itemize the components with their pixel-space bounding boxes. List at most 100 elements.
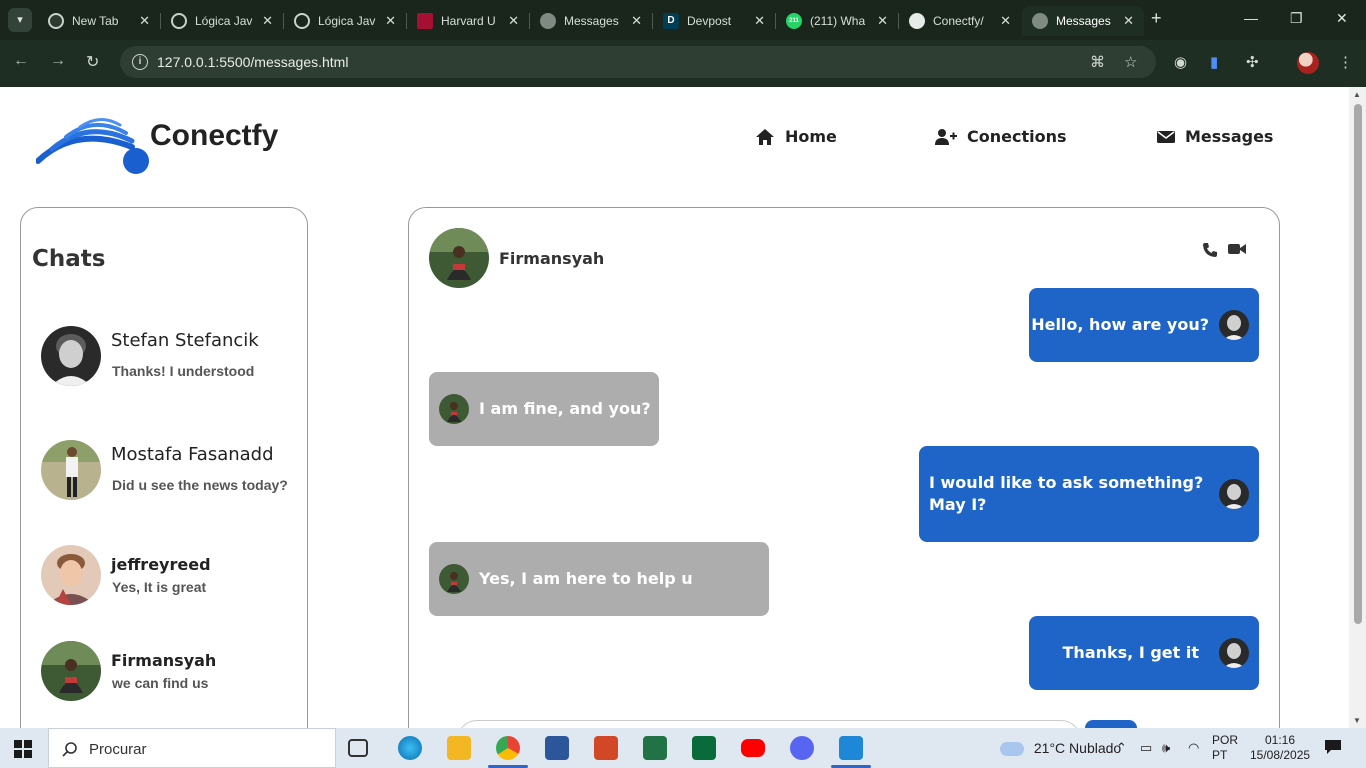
task-view-icon[interactable] — [348, 739, 368, 757]
windows-taskbar: Procurar 21°C Nublado ⌃ ▭ 🕪 ◠ POR PT 01:… — [0, 728, 1366, 768]
extensions-puzzle-icon[interactable]: ✣ — [1246, 53, 1259, 71]
address-bar[interactable]: i 127.0.0.1:5500/messages.html ⌘ ☆ — [120, 46, 1156, 78]
github-icon — [909, 13, 925, 29]
sender-avatar — [1219, 638, 1249, 668]
message-text: Yes, I am here to help u — [479, 569, 693, 588]
store-app-icon[interactable] — [692, 736, 716, 760]
video-camera-icon[interactable] — [1228, 242, 1246, 256]
taskbar-search[interactable]: Procurar — [48, 728, 336, 768]
nav-label: Home — [785, 127, 837, 146]
chat-item-mostafa[interactable]: Mostafa Fasanadd Did u see the news toda… — [41, 440, 301, 502]
nav-label: Messages — [1185, 127, 1274, 146]
clock[interactable]: 01:16 15/08/2025 — [1250, 733, 1310, 763]
tab-bar: ▾ New Tab ✕ Lógica Jav ✕ Lógica Jav ✕ Ha… — [0, 0, 1366, 40]
chevron-up-icon[interactable]: ⌃ — [1116, 740, 1127, 756]
word-icon[interactable] — [545, 736, 569, 760]
contact-avatar[interactable] — [429, 228, 489, 288]
close-icon[interactable]: ✕ — [262, 13, 273, 29]
message-text: Hello, how are you? — [1031, 315, 1209, 334]
chrome-taskbar-icon[interactable] — [488, 736, 528, 768]
conversation-panel: Firmansyah Hello, how are you? I am fine… — [408, 207, 1280, 728]
edge-icon[interactable] — [398, 736, 422, 760]
network-icon[interactable]: ◠ — [1188, 740, 1199, 756]
close-icon[interactable]: ✕ — [385, 13, 396, 29]
excel-icon[interactable] — [643, 736, 667, 760]
close-icon[interactable]: ✕ — [877, 13, 888, 29]
url-text[interactable]: 127.0.0.1:5500/messages.html — [157, 54, 348, 70]
scroll-down-arrow-icon[interactable]: ▼ — [1353, 716, 1361, 725]
profile-avatar[interactable] — [1297, 52, 1319, 74]
weather-widget[interactable]: 21°C Nublado — [1000, 740, 1122, 757]
tab-label: Devpost — [687, 14, 732, 28]
chat-item-firmansyah[interactable]: Firmansyah we can find us — [41, 641, 301, 703]
nav-home[interactable]: Home — [755, 127, 837, 146]
close-icon[interactable]: ✕ — [1000, 13, 1011, 29]
forward-icon[interactable]: → — [50, 52, 66, 70]
notifications-icon[interactable] — [1324, 739, 1342, 755]
chat-item-stefan[interactable]: Stefan Stefancik Thanks! I understood — [41, 326, 301, 388]
site-info-icon[interactable]: i — [132, 54, 148, 70]
message-text: I would like to ask something? May I? — [929, 473, 1204, 514]
weather-text: 21°C Nublado — [1033, 740, 1122, 756]
discord-icon[interactable] — [790, 736, 814, 760]
translate-icon[interactable]: ⌘ — [1090, 53, 1105, 71]
close-icon[interactable]: ✕ — [1123, 13, 1134, 29]
globe-icon — [540, 13, 556, 29]
screenshot-icon[interactable]: ◉ — [1174, 53, 1187, 71]
language-indicator[interactable]: POR PT — [1212, 733, 1238, 763]
cloud-icon — [1000, 742, 1024, 757]
avatar — [41, 440, 101, 500]
tab-messages-1[interactable]: Messages ✕ — [530, 6, 652, 36]
minimize-button[interactable]: — — [1244, 10, 1258, 26]
tab-logica-1[interactable]: Lógica Jav ✕ — [161, 6, 283, 36]
battery-icon[interactable]: ▭ — [1140, 740, 1152, 756]
search-placeholder: Procurar — [89, 741, 147, 758]
browser-toolbar: ← → ↻ i 127.0.0.1:5500/messages.html ⌘ ☆… — [0, 40, 1366, 87]
chat-name: Firmansyah — [111, 651, 217, 670]
extension-icon[interactable]: ▮ — [1210, 53, 1218, 71]
close-window-button[interactable]: ✕ — [1336, 10, 1348, 27]
back-icon[interactable]: ← — [13, 52, 29, 70]
scroll-thumb[interactable] — [1354, 104, 1362, 624]
new-tab-button[interactable]: + — [1151, 8, 1162, 29]
nav-label: Conections — [967, 127, 1067, 146]
tab-logica-2[interactable]: Lógica Jav ✕ — [284, 6, 406, 36]
message-text: Thanks, I get it — [1062, 643, 1199, 662]
windows-start-icon[interactable] — [14, 740, 32, 758]
tab-github[interactable]: Conectfy/ ✕ — [899, 6, 1021, 36]
brand-name[interactable]: Conectfy — [150, 119, 278, 153]
sender-avatar — [439, 394, 469, 424]
phone-icon[interactable] — [1202, 242, 1218, 258]
tab-whatsapp[interactable]: 211 (211) Wha ✕ — [776, 6, 898, 36]
restore-button[interactable]: ❐ — [1290, 10, 1303, 27]
close-icon[interactable]: ✕ — [139, 13, 150, 29]
tab-label: Messages — [1056, 14, 1111, 28]
powerpoint-icon[interactable] — [594, 736, 618, 760]
nav-messages[interactable]: Messages — [1157, 127, 1273, 146]
close-icon[interactable]: ✕ — [754, 13, 765, 29]
tab-new-tab[interactable]: New Tab ✕ — [38, 6, 160, 36]
close-icon[interactable]: ✕ — [508, 13, 519, 29]
scroll-up-arrow-icon[interactable]: ▲ — [1353, 90, 1361, 99]
vscode-icon[interactable] — [831, 736, 871, 768]
tab-search-dropdown[interactable]: ▾ — [8, 8, 32, 32]
send-button[interactable] — [1085, 720, 1137, 728]
nav-conections[interactable]: Conections — [935, 127, 1067, 146]
sender-avatar — [439, 564, 469, 594]
tab-messages-active[interactable]: Messages ✕ — [1022, 6, 1144, 36]
sender-avatar — [1219, 310, 1249, 340]
volume-icon[interactable]: 🕪 — [1162, 740, 1170, 756]
message-input[interactable] — [457, 720, 1081, 728]
tab-harvard[interactable]: Harvard U ✕ — [407, 6, 529, 36]
reload-icon[interactable]: ↻ — [86, 52, 99, 72]
message-sent: Thanks, I get it — [1029, 616, 1259, 690]
tab-devpost[interactable]: D Devpost ✕ — [653, 6, 775, 36]
menu-kebab-icon[interactable]: ⋮ — [1338, 53, 1353, 71]
chat-item-jeffreyreed[interactable]: jeffreyreed Yes, It is great — [41, 545, 301, 607]
bookmark-star-icon[interactable]: ☆ — [1124, 53, 1137, 71]
contact-name[interactable]: Firmansyah — [499, 249, 604, 268]
page-scrollbar[interactable]: ▲ ▼ — [1349, 87, 1366, 728]
close-icon[interactable]: ✕ — [631, 13, 642, 29]
file-explorer-icon[interactable] — [447, 736, 471, 760]
youtube-icon[interactable] — [741, 739, 765, 757]
